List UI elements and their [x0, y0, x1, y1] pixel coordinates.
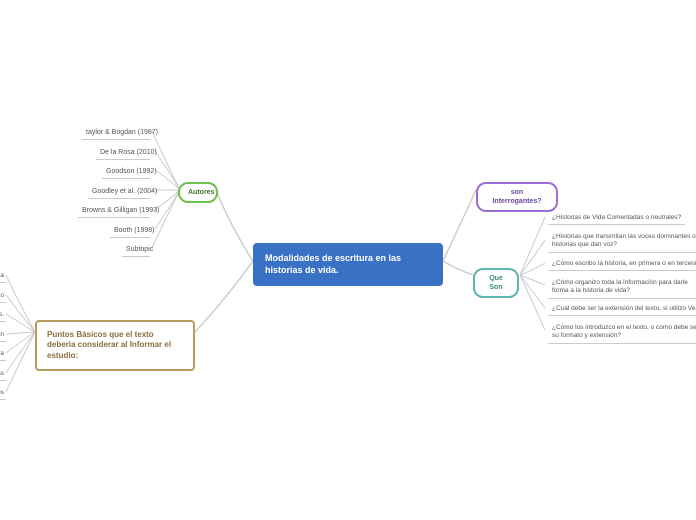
leaf-queson-1[interactable]: ¿Historias que transmitan las voces domi…: [548, 231, 696, 253]
leaf-autor-2[interactable]: Goodson (1992): [102, 165, 150, 179]
leaf-puntos-4[interactable]: ra: [0, 348, 6, 361]
leaf-puntos-6[interactable]: os: [0, 387, 6, 400]
leaf-puntos-1[interactable]: lo: [0, 290, 6, 303]
leaf-queson-0[interactable]: ¿Historias de Vida Comentadas o neutrale…: [548, 212, 685, 225]
leaf-autor-4[interactable]: Browns & Gilligan (1993): [78, 204, 150, 218]
leaf-autor-1[interactable]: De la Rosa (2010): [96, 146, 150, 160]
leaf-puntos-5[interactable]: as: [0, 368, 6, 381]
branch-puntos[interactable]: Puntos Bàsicos que el texto deberìa cons…: [35, 320, 195, 371]
leaf-queson-4[interactable]: ¿Cuál debe ser la extensión del texto, s…: [548, 303, 696, 316]
leaf-puntos-0[interactable]: da: [0, 270, 6, 283]
leaf-autor-6[interactable]: Subtopic: [122, 243, 150, 257]
leaf-autor-0[interactable]: taylor & Bogdan (1987): [82, 126, 150, 140]
leaf-queson-3[interactable]: ¿Cómo organizo toda la información para …: [548, 277, 696, 299]
leaf-puntos-2[interactable]: s.: [0, 309, 6, 322]
leaf-queson-2[interactable]: ¿Cómo escribo la historia, en primera o …: [548, 258, 696, 271]
leaf-autor-5[interactable]: Booth (1998): [110, 224, 150, 238]
branch-interrogantes[interactable]: son Interrogantes?: [476, 182, 558, 212]
central-topic[interactable]: Modalidades de escritura en las historia…: [253, 243, 443, 286]
leaf-puntos-3[interactable]: ón: [0, 329, 6, 342]
leaf-autor-3[interactable]: Goodley et al. (2004): [88, 185, 150, 199]
leaf-queson-5[interactable]: ¿Cómo los introduzco en el texto, o como…: [548, 322, 696, 344]
branch-queson[interactable]: Que Son: [473, 268, 519, 298]
branch-autores[interactable]: Autores: [178, 182, 218, 203]
